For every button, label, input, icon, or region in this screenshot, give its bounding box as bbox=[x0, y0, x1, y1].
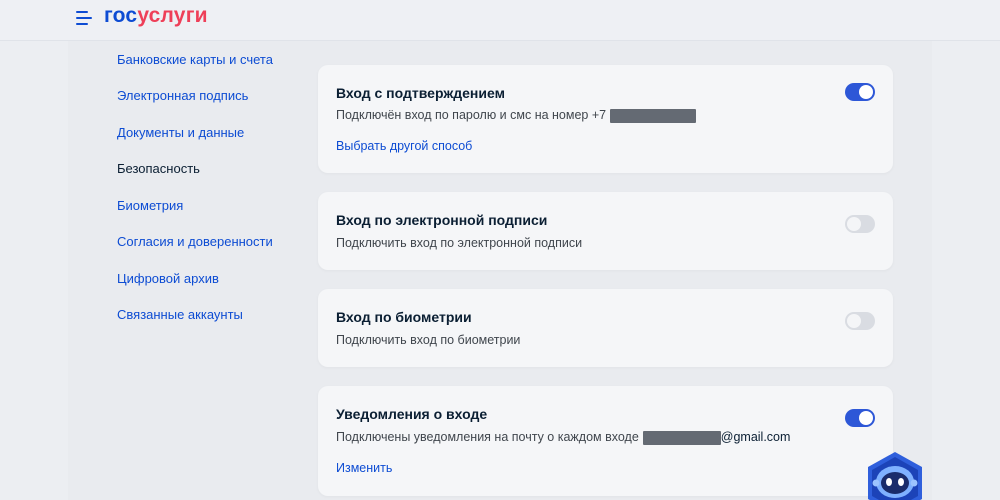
sidebar-item-linked-accounts[interactable]: Связанные аккаунты bbox=[117, 307, 243, 322]
card-description: Подключены уведомления на почту о каждом… bbox=[336, 430, 790, 445]
login-notifications-card: Уведомления о входе Подключены уведомлен… bbox=[318, 386, 893, 496]
logo-part-uslugi: услуги bbox=[137, 4, 208, 27]
login-confirmation-toggle[interactable] bbox=[845, 83, 875, 101]
header: госуслуги bbox=[0, 0, 1000, 41]
menu-icon-bar bbox=[76, 11, 88, 13]
menu-icon[interactable] bbox=[76, 11, 92, 25]
masked-phone-number bbox=[610, 108, 697, 123]
biometry-login-toggle[interactable] bbox=[845, 312, 875, 330]
sidebar-item-digital-archive[interactable]: Цифровой архив bbox=[117, 271, 219, 286]
e-signature-login-card: Вход по электронной подписи Подключить в… bbox=[318, 192, 893, 270]
toggle-knob bbox=[859, 85, 873, 99]
change-notifications-link[interactable]: Изменить bbox=[336, 461, 392, 475]
biometry-login-card: Вход по биометрии Подключить вход по био… bbox=[318, 289, 893, 367]
card-title: Уведомления о входе bbox=[336, 406, 488, 422]
card-description: Подключить вход по биометрии bbox=[336, 333, 521, 347]
card-title: Вход по электронной подписи bbox=[336, 212, 548, 228]
sidebar-item-documents[interactable]: Документы и данные bbox=[117, 125, 244, 140]
login-confirmation-card: Вход с подтверждением Подключён вход по … bbox=[318, 65, 893, 173]
sidebar-item-biometry[interactable]: Биометрия bbox=[117, 198, 183, 213]
menu-icon-bar bbox=[76, 23, 88, 25]
robot-assistant-icon[interactable] bbox=[862, 450, 928, 500]
page: госуслуги Банковские карты и счета Элект… bbox=[0, 0, 1000, 500]
sidebar-item-bank-cards[interactable]: Банковские карты и счета bbox=[117, 52, 273, 67]
card-description: Подключить вход по электронной подписи bbox=[336, 236, 583, 250]
e-signature-login-toggle[interactable] bbox=[845, 215, 875, 233]
toggle-knob bbox=[847, 217, 861, 231]
card-title: Вход по биометрии bbox=[336, 309, 472, 325]
notification-description: Подключены уведомления на почту о каждом… bbox=[336, 430, 639, 444]
card-description: Подключён вход по паролю и смс на номер … bbox=[336, 108, 697, 123]
gosuslugi-logo[interactable]: госуслуги bbox=[104, 4, 208, 28]
robot-assistant-graphic bbox=[868, 452, 922, 500]
phone-description: Подключён вход по паролю и смс на номер … bbox=[336, 108, 607, 122]
sidebar-item-e-signature[interactable]: Электронная подпись bbox=[117, 88, 248, 103]
login-notifications-toggle[interactable] bbox=[845, 409, 875, 427]
toggle-knob bbox=[847, 314, 861, 328]
menu-icon-bar bbox=[76, 17, 92, 19]
masked-email-name bbox=[642, 430, 721, 445]
sidebar-item-security[interactable]: Безопасность bbox=[117, 161, 200, 176]
sidebar-item-consents[interactable]: Согласия и доверенности bbox=[117, 234, 273, 249]
logo-part-gos: гос bbox=[104, 4, 138, 27]
email-domain: @gmail.com bbox=[720, 430, 791, 444]
choose-other-method-link[interactable]: Выбрать другой способ bbox=[336, 139, 472, 153]
toggle-knob bbox=[859, 411, 873, 425]
card-title: Вход с подтверждением bbox=[336, 85, 505, 101]
